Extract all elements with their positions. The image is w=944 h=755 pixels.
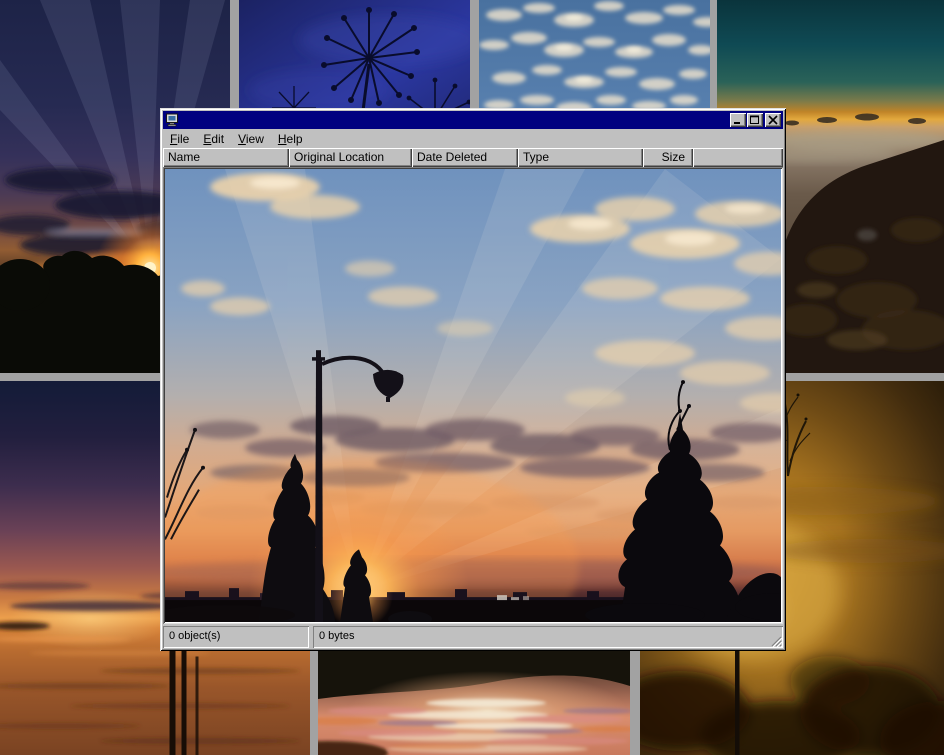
close-button[interactable]: [765, 113, 781, 127]
listview-background-sunset-photo: [165, 169, 781, 622]
menu-file[interactable]: File: [163, 130, 196, 148]
listview-empty[interactable]: [163, 167, 783, 624]
minimize-button[interactable]: [730, 113, 746, 127]
resize-grip-icon[interactable]: [769, 634, 782, 647]
column-header-size[interactable]: Size: [643, 148, 693, 167]
minimize-icon: [732, 115, 744, 125]
menubar: File Edit View Help: [163, 129, 783, 148]
column-header-date-deleted[interactable]: Date Deleted: [412, 148, 518, 167]
desktop: File Edit View Help Name Original Locati…: [0, 0, 944, 755]
column-header-original-location[interactable]: Original Location: [289, 148, 412, 167]
app-computer-icon[interactable]: [165, 113, 181, 127]
list-column-headers: Name Original Location Date Deleted Type…: [163, 148, 783, 167]
status-byte-count: 0 bytes: [313, 626, 783, 648]
maximize-icon: [749, 115, 761, 125]
statusbar: 0 object(s) 0 bytes: [163, 624, 783, 648]
menu-help[interactable]: Help: [271, 130, 310, 148]
close-icon: [767, 115, 779, 125]
recycle-bin-window: File Edit View Help Name Original Locati…: [160, 108, 786, 651]
column-header-name[interactable]: Name: [163, 148, 289, 167]
status-object-count: 0 object(s): [163, 626, 309, 648]
maximize-button[interactable]: [747, 113, 763, 127]
column-header-type[interactable]: Type: [518, 148, 643, 167]
column-header-filler: [693, 148, 783, 167]
menu-edit[interactable]: Edit: [196, 130, 231, 148]
window-titlebar[interactable]: [163, 111, 783, 129]
menu-view[interactable]: View: [231, 130, 271, 148]
